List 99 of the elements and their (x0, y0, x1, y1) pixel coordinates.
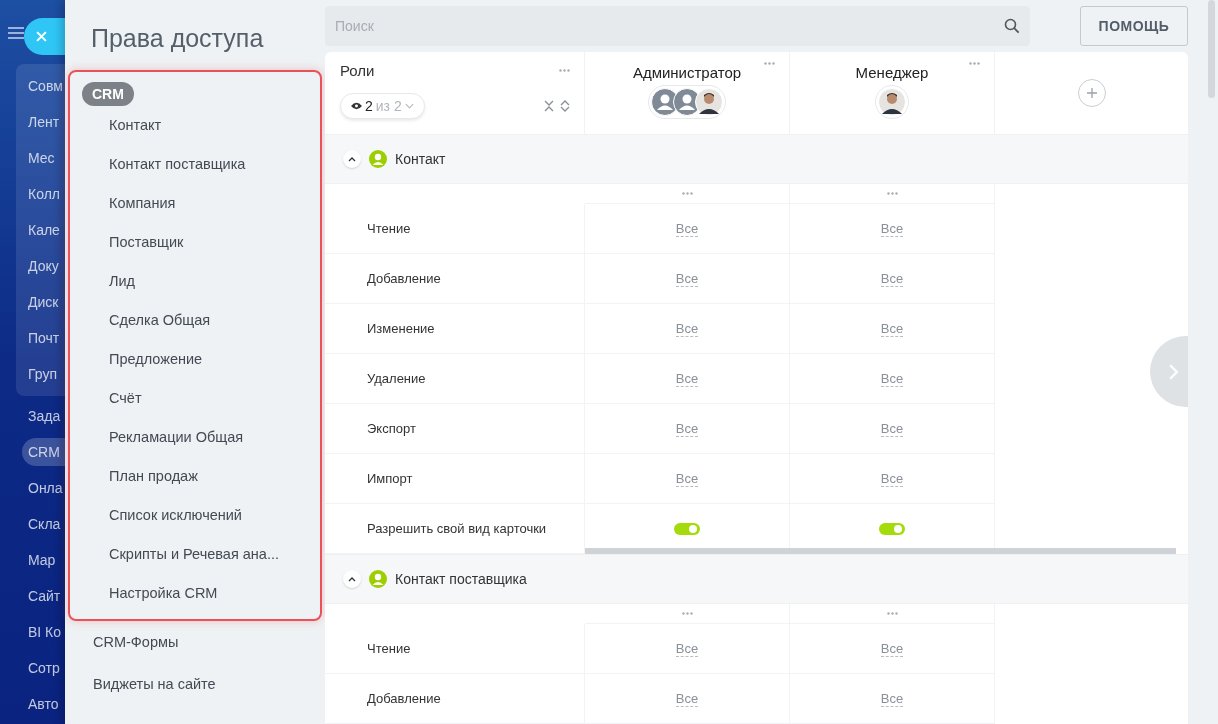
nav-item[interactable]: Совм (16, 68, 65, 104)
collapse-icon[interactable] (544, 100, 554, 112)
permission-value[interactable]: Все (880, 370, 904, 387)
menu-item[interactable]: CRM-Формы (65, 621, 325, 663)
nav-item[interactable]: Колл (16, 176, 65, 212)
permission-label: Разрешить свой вид карточки (367, 521, 547, 536)
permission-label: Добавление (367, 271, 441, 286)
permission-value[interactable]: Все (675, 270, 699, 287)
filter-button[interactable]: 2 из 2 (340, 93, 425, 119)
permission-value[interactable]: Все (675, 640, 699, 657)
menu-item[interactable]: Виджеты на сайте (65, 663, 325, 705)
collapse-button[interactable] (343, 570, 361, 588)
more-icon[interactable] (764, 62, 775, 65)
help-button[interactable]: ПОМОЩЬ (1080, 6, 1188, 46)
permission-label: Чтение (367, 221, 411, 236)
column-header: Роли (340, 62, 375, 79)
nav-item[interactable]: Мар (0, 542, 65, 578)
nav-item[interactable]: BI Ко (0, 614, 65, 650)
menu-item[interactable]: Компания (82, 184, 320, 223)
permission-value[interactable]: Все (880, 320, 904, 337)
permission-value[interactable]: Все (880, 420, 904, 437)
person-avatar (695, 88, 723, 116)
close-icon (36, 31, 47, 42)
avatar-group[interactable] (648, 85, 726, 119)
nav-item[interactable]: Груп (16, 356, 65, 392)
nav-item[interactable]: Диск (16, 284, 65, 320)
role-name: Администратор (632, 64, 742, 81)
permission-value[interactable]: Все (675, 470, 699, 487)
permission-value[interactable]: Все (675, 220, 699, 237)
more-icon[interactable] (969, 62, 980, 65)
expand-icon[interactable] (560, 100, 570, 112)
more-icon[interactable] (681, 192, 693, 195)
toggle-switch[interactable] (674, 522, 700, 535)
permission-value[interactable]: Все (880, 470, 904, 487)
plus-icon (1086, 88, 1097, 98)
more-icon[interactable] (886, 192, 898, 195)
permission-value[interactable]: Все (675, 320, 699, 337)
eye-icon (351, 102, 362, 110)
collapse-button[interactable] (343, 150, 361, 168)
nav-item[interactable]: Почт (16, 320, 65, 356)
nav-item[interactable]: Лент (16, 104, 65, 140)
permission-value[interactable]: Все (880, 640, 904, 657)
more-icon[interactable] (681, 612, 693, 615)
more-icon[interactable] (886, 612, 898, 615)
permission-label: Чтение (367, 641, 411, 656)
nav-item[interactable]: Скла (0, 506, 65, 542)
user-icon (369, 150, 387, 168)
nav-item[interactable]: CRM (22, 438, 65, 466)
chevron-icon (348, 156, 356, 162)
nav-item[interactable]: Доку (16, 248, 65, 284)
permission-value[interactable]: Все (675, 420, 699, 437)
section-title: Контакт (395, 151, 446, 167)
nav-item[interactable]: Сотр (0, 650, 65, 686)
section-title: Контакт поставщика (395, 571, 527, 587)
more-icon[interactable] (559, 69, 570, 72)
menu-item[interactable]: Поставщик (82, 223, 320, 262)
permission-label: Экспорт (367, 421, 416, 436)
permission-value[interactable]: Все (880, 220, 904, 237)
search-icon[interactable] (1004, 18, 1020, 34)
permission-label: Изменение (367, 321, 435, 336)
scrollbar[interactable] (1208, 0, 1215, 98)
menu-item[interactable]: Скрипты и Речевая ана... (82, 535, 320, 574)
nav-item[interactable]: Мес (16, 140, 65, 176)
permission-label: Удаление (367, 371, 426, 386)
menu-item[interactable]: Контакт поставщика (82, 145, 320, 184)
page-title: Права доступа (90, 23, 265, 54)
search-field[interactable]: Поиск (325, 6, 1030, 46)
menu-item[interactable]: Сделка Общая (82, 301, 320, 340)
chevron-right-icon (1168, 363, 1178, 380)
menu-item[interactable]: Лид (82, 262, 320, 301)
permission-value[interactable]: Все (880, 690, 904, 707)
menu-item[interactable]: Счёт (82, 379, 320, 418)
nav-item[interactable]: Зада (0, 398, 65, 434)
menu-item[interactable]: Рекламации Общая (82, 418, 320, 457)
nav-item[interactable]: Кале (16, 212, 65, 248)
toggle-switch[interactable] (879, 522, 905, 535)
role-name: Менеджер (855, 64, 929, 81)
nav-item[interactable]: Сайт (0, 578, 65, 614)
avatar-group[interactable] (875, 85, 909, 119)
menu-item[interactable]: Контакт (82, 106, 320, 145)
scrollbar[interactable] (585, 548, 1176, 554)
menu-icon[interactable] (8, 27, 24, 39)
menu-item[interactable]: Предложение (82, 340, 320, 379)
menu-item[interactable]: Список исключений (82, 496, 320, 535)
menu-item[interactable]: Настройка CRM (82, 574, 320, 613)
permission-value[interactable]: Все (675, 690, 699, 707)
permission-value[interactable]: Все (675, 370, 699, 387)
add-role-button[interactable] (1077, 79, 1106, 107)
group-label[interactable]: CRM (82, 82, 134, 106)
chevron-down-icon (404, 103, 414, 109)
nav-item[interactable]: Онла (0, 470, 65, 506)
menu-item[interactable]: План продаж (82, 457, 320, 496)
permission-label: Добавление (367, 691, 441, 706)
chevron-icon (348, 576, 356, 582)
permission-label: Импорт (367, 471, 413, 486)
nav-item[interactable]: Авто (0, 686, 65, 722)
permission-value[interactable]: Все (880, 270, 904, 287)
person-avatar (878, 88, 906, 116)
user-icon (369, 570, 387, 588)
